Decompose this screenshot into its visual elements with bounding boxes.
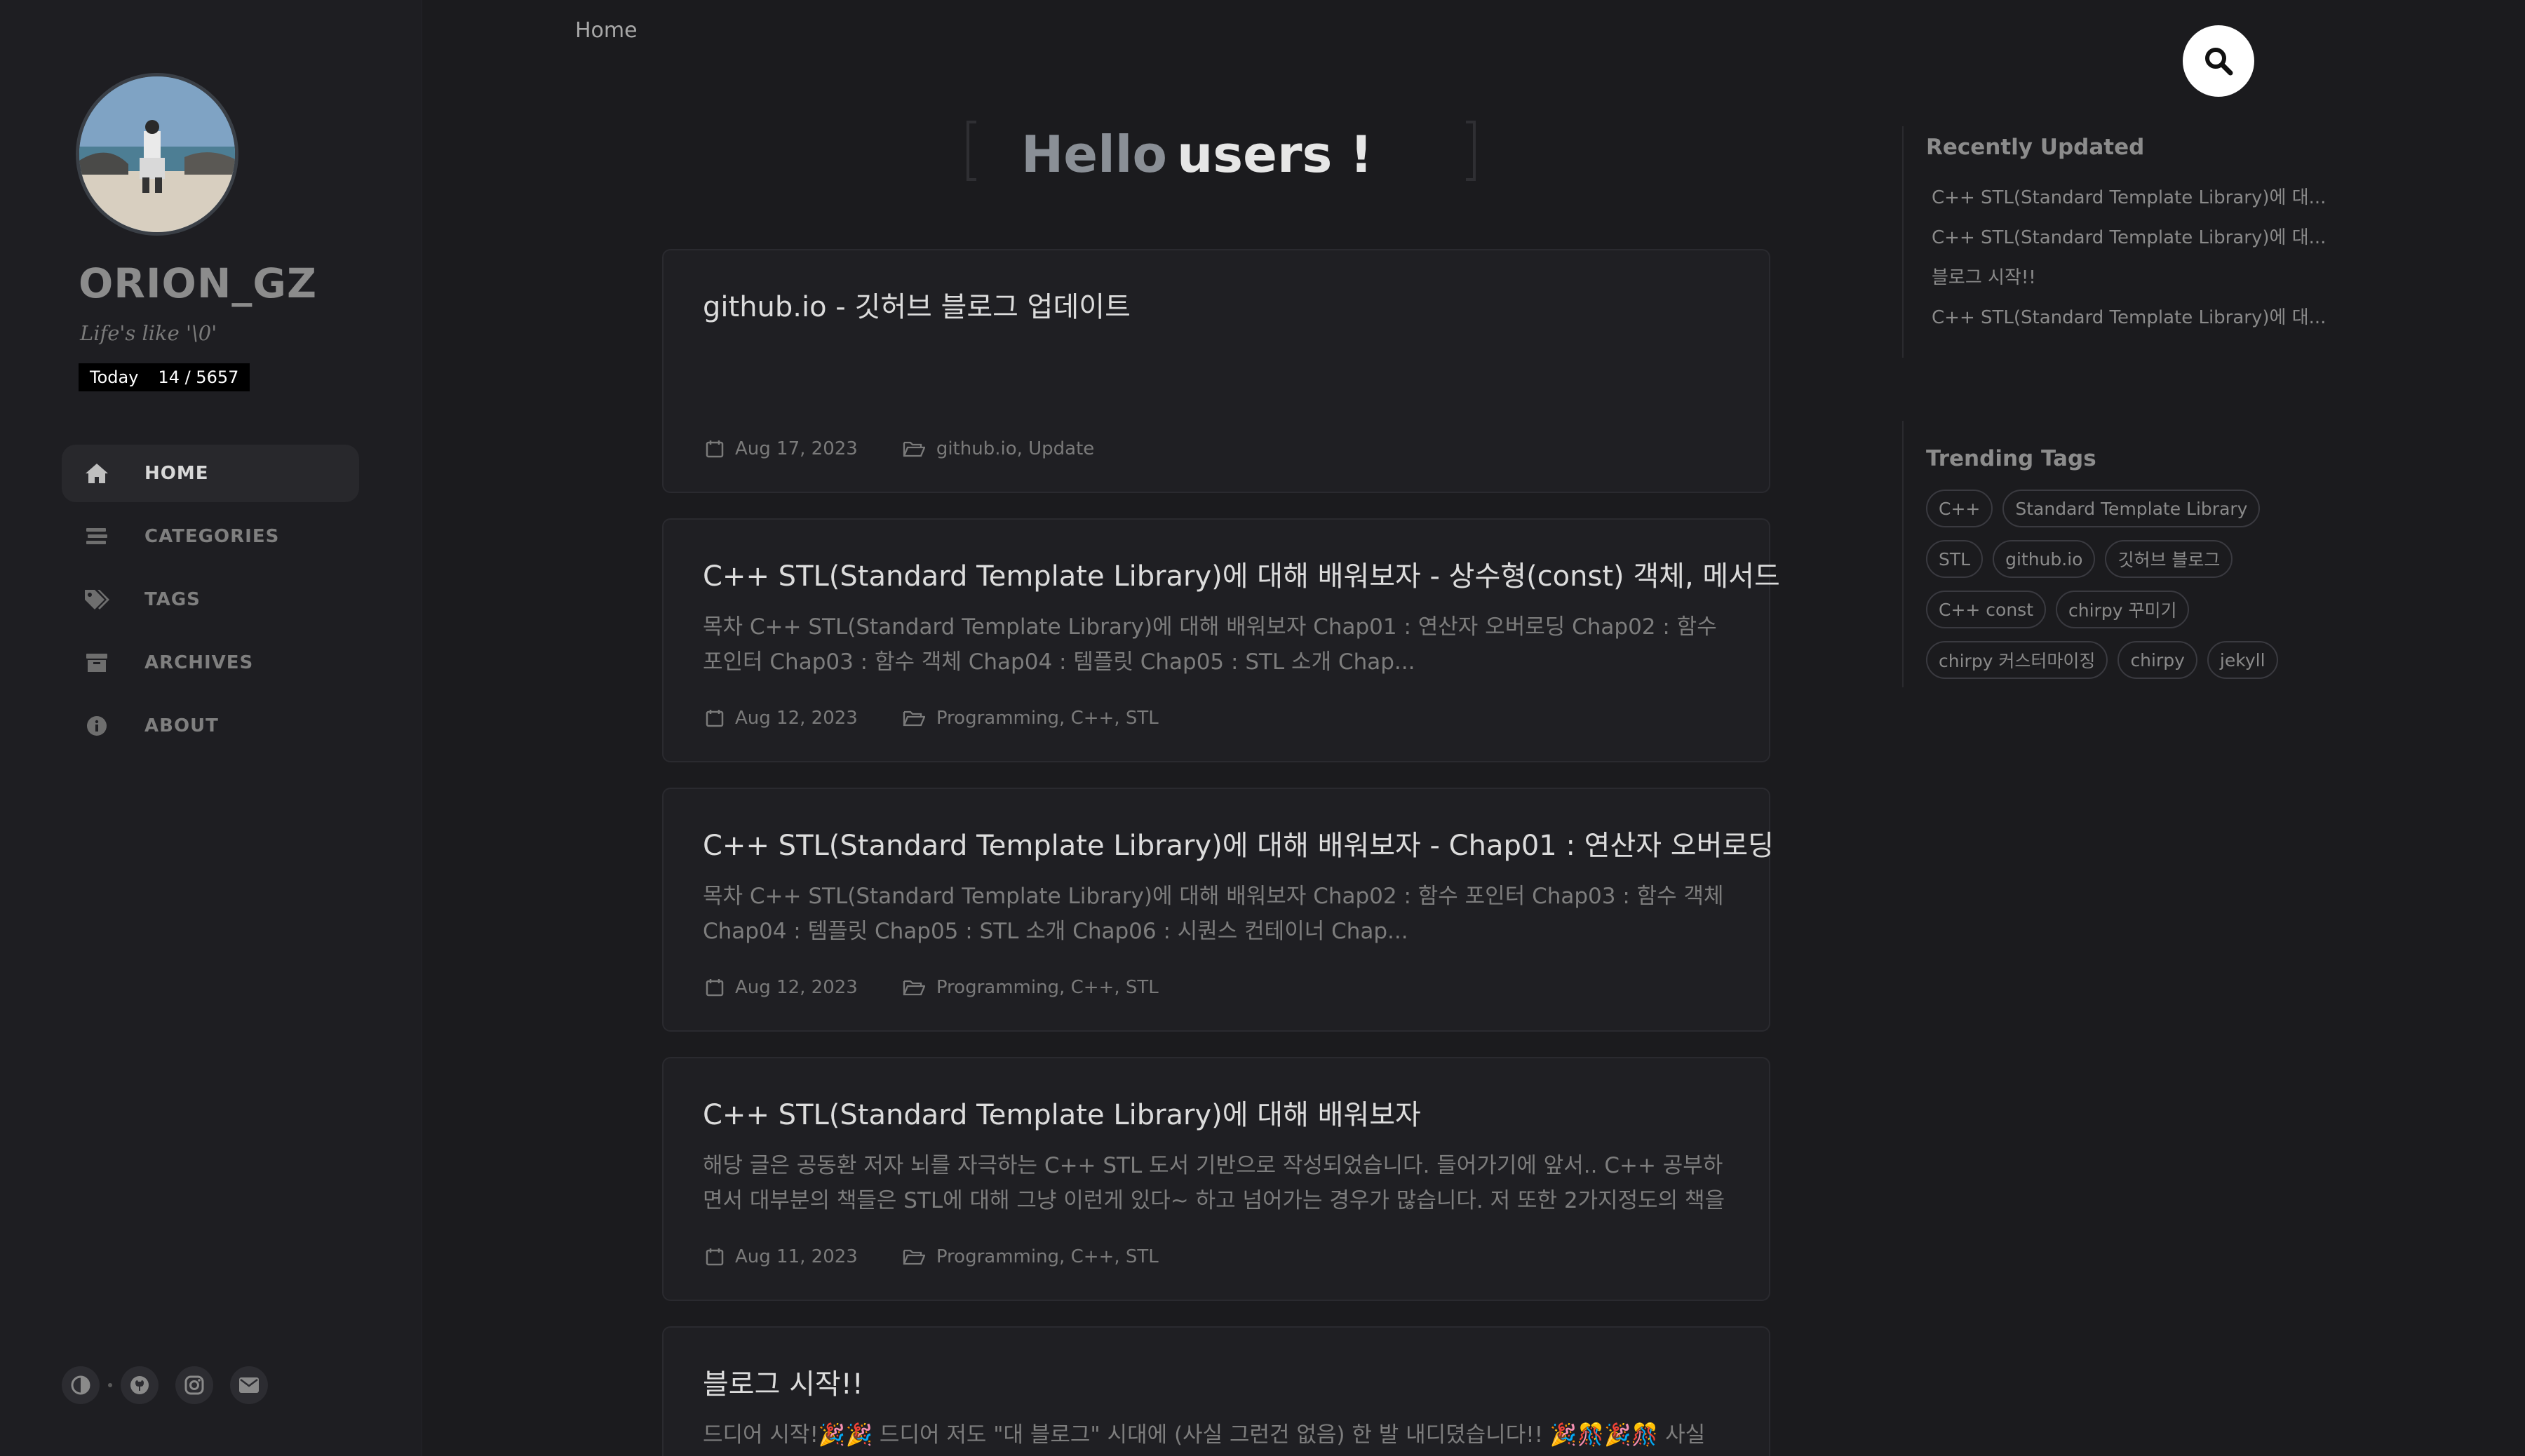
post-date: Aug 17, 2023 — [735, 438, 858, 459]
recently-updated: Recently Updated C++ STL(Standard Templa… — [1902, 126, 2326, 358]
instagram-link[interactable] — [175, 1366, 213, 1404]
trending-tags: Trending Tags C++ Standard Template Libr… — [1902, 421, 2323, 687]
post-meta: Aug 11, 2023 Programming, C++, STL — [706, 1246, 1159, 1267]
theme-toggle-icon — [71, 1375, 90, 1395]
post-meta: Aug 12, 2023 Programming, C++, STL — [706, 708, 1159, 729]
tag-link[interactable]: chirpy 커스터마이징 — [1926, 641, 2108, 679]
site-title[interactable]: ORION_GZ — [79, 259, 317, 307]
nav-label-categories: CATEGORIES — [144, 526, 280, 547]
post-title[interactable]: github.io - 깃허브 블로그 업데이트 — [703, 284, 1730, 325]
recent-post-link[interactable]: C++ STL(Standard Template Library)에 대... — [1926, 178, 2326, 218]
trending-tags-heading: Trending Tags — [1926, 446, 2096, 471]
post-card[interactable]: C++ STL(Standard Template Library)에 대해 배… — [662, 518, 1780, 762]
tag-link[interactable]: C++ const — [1926, 591, 2047, 628]
calendar-icon — [706, 1248, 724, 1266]
tag-cloud: C++ Standard Template Library STL github… — [1926, 490, 2323, 679]
hit-counter-label: Today — [90, 368, 139, 387]
calendar-icon — [706, 978, 724, 997]
avatar-photo — [79, 76, 235, 232]
sidebar-nav: HOME CATEGORIES TAGS ARCHIVES ABOUT — [62, 445, 359, 760]
tag-link[interactable]: github.io — [1993, 540, 2096, 578]
nav-label-about: ABOUT — [144, 715, 219, 736]
post-excerpt — [703, 340, 1730, 410]
nav-item-categories[interactable]: CATEGORIES — [62, 508, 359, 565]
hit-counter-value: 14 / 5657 — [158, 368, 239, 387]
post-title[interactable]: C++ STL(Standard Template Library)에 대해 배… — [703, 1092, 1730, 1133]
post-title[interactable]: C++ STL(Standard Template Library)에 대해 배… — [703, 823, 1774, 863]
nav-label-tags: TAGS — [144, 589, 201, 610]
post-title[interactable]: C++ STL(Standard Template Library)에 대해 배… — [703, 553, 1780, 594]
sidebar: ORION_GZ Life's like '\0' Today 14 / 565… — [0, 0, 422, 1456]
right-panel: Recently Updated C++ STL(Standard Templa… — [1902, 126, 2326, 687]
post-date: Aug 12, 2023 — [735, 977, 858, 998]
stream-icon — [83, 523, 111, 551]
banner-bracket-right — [1466, 121, 1476, 181]
nav-item-about[interactable]: ABOUT — [62, 697, 359, 755]
post-categories[interactable]: github.io, Update — [936, 438, 1094, 459]
tag-link[interactable]: chirpy 꾸미기 — [2056, 591, 2190, 628]
banner-bracket-left — [967, 121, 976, 181]
recent-post-link[interactable]: C++ STL(Standard Template Library)에 대... — [1926, 298, 2326, 338]
tag-link[interactable]: STL — [1926, 540, 1984, 578]
post-meta: Aug 12, 2023 Programming, C++, STL — [706, 977, 1159, 998]
recently-updated-heading: Recently Updated — [1926, 135, 2145, 160]
post-title[interactable]: 블로그 시작!! — [703, 1361, 1730, 1402]
theme-toggle-button[interactable] — [62, 1366, 100, 1404]
folder-open-icon — [903, 1248, 925, 1265]
recent-post-link[interactable]: 블로그 시작!! — [1926, 258, 2323, 298]
instagram-icon — [184, 1375, 204, 1395]
breadcrumb: Home — [575, 18, 638, 43]
nav-item-home[interactable]: HOME — [62, 445, 359, 502]
tag-link[interactable]: chirpy — [2117, 641, 2197, 679]
post-categories[interactable]: Programming, C++, STL — [936, 708, 1159, 729]
github-link[interactable] — [121, 1366, 159, 1404]
post-excerpt: 드디어 시작!🎉🎉 드디어 저도 "대 블로그" 시대에 (사실 그런건 없음)… — [703, 1422, 1706, 1448]
post-excerpt: 목차 C++ STL(Standard Template Library)에 대… — [703, 884, 1724, 944]
recent-post-link[interactable]: C++ STL(Standard Template Library)에 대... — [1926, 218, 2326, 258]
calendar-icon — [706, 440, 724, 458]
email-icon — [239, 1377, 259, 1393]
nav-label-archives: ARCHIVES — [144, 652, 254, 673]
hit-counter-badge: Today 14 / 5657 — [79, 363, 250, 391]
archive-icon — [83, 649, 111, 677]
avatar[interactable] — [76, 73, 238, 236]
github-icon — [130, 1376, 149, 1394]
post-card[interactable]: 블로그 시작!! 드디어 시작!🎉🎉 드디어 저도 "대 블로그" 시대에 (사… — [662, 1326, 1770, 1456]
email-link[interactable] — [230, 1366, 268, 1404]
post-card[interactable]: C++ STL(Standard Template Library)에 대해 배… — [662, 788, 1774, 1032]
nav-label-home: HOME — [144, 463, 209, 484]
calendar-icon — [706, 709, 724, 727]
post-excerpt: 해당 글은 공동환 저자 뇌를 자극하는 C++ STL 도서 기반으로 작성되… — [703, 1153, 1725, 1213]
tag-link[interactable]: Standard Template Library — [2002, 490, 2261, 527]
post-date: Aug 12, 2023 — [735, 708, 858, 729]
tag-link[interactable]: 깃허브 블로그 — [2105, 540, 2233, 578]
search-button[interactable] — [2183, 25, 2254, 97]
folder-open-icon — [903, 440, 925, 457]
folder-open-icon — [903, 979, 925, 996]
post-categories[interactable]: Programming, C++, STL — [936, 1246, 1159, 1267]
folder-open-icon — [903, 710, 925, 727]
info-circle-icon — [83, 712, 111, 740]
post-excerpt: 목차 C++ STL(Standard Template Library)에 대… — [703, 614, 1717, 675]
search-icon — [2205, 48, 2233, 76]
banner-word-1: Hello — [1021, 125, 1167, 184]
post-card[interactable]: C++ STL(Standard Template Library)에 대해 배… — [662, 1057, 1770, 1301]
banner-word-2: users ! — [1177, 125, 1373, 184]
nav-item-tags[interactable]: TAGS — [62, 571, 359, 628]
tag-link[interactable]: jekyll — [2207, 641, 2278, 679]
post-categories[interactable]: Programming, C++, STL — [936, 977, 1159, 998]
site-subtitle: Life's like '\0' — [80, 321, 217, 345]
sidebar-bottom-links — [62, 1366, 268, 1404]
separator-dot — [108, 1383, 112, 1387]
home-icon — [83, 459, 111, 487]
post-date: Aug 11, 2023 — [735, 1246, 858, 1267]
tags-icon — [83, 586, 111, 614]
post-meta: Aug 17, 2023 github.io, Update — [706, 438, 1094, 459]
post-card[interactable]: github.io - 깃허브 블로그 업데이트 Aug 17, 2023 gi… — [662, 249, 1770, 493]
nav-item-archives[interactable]: ARCHIVES — [62, 634, 359, 692]
tag-link[interactable]: C++ — [1926, 490, 1993, 527]
hello-banner: Hello users ! — [967, 121, 1476, 184]
